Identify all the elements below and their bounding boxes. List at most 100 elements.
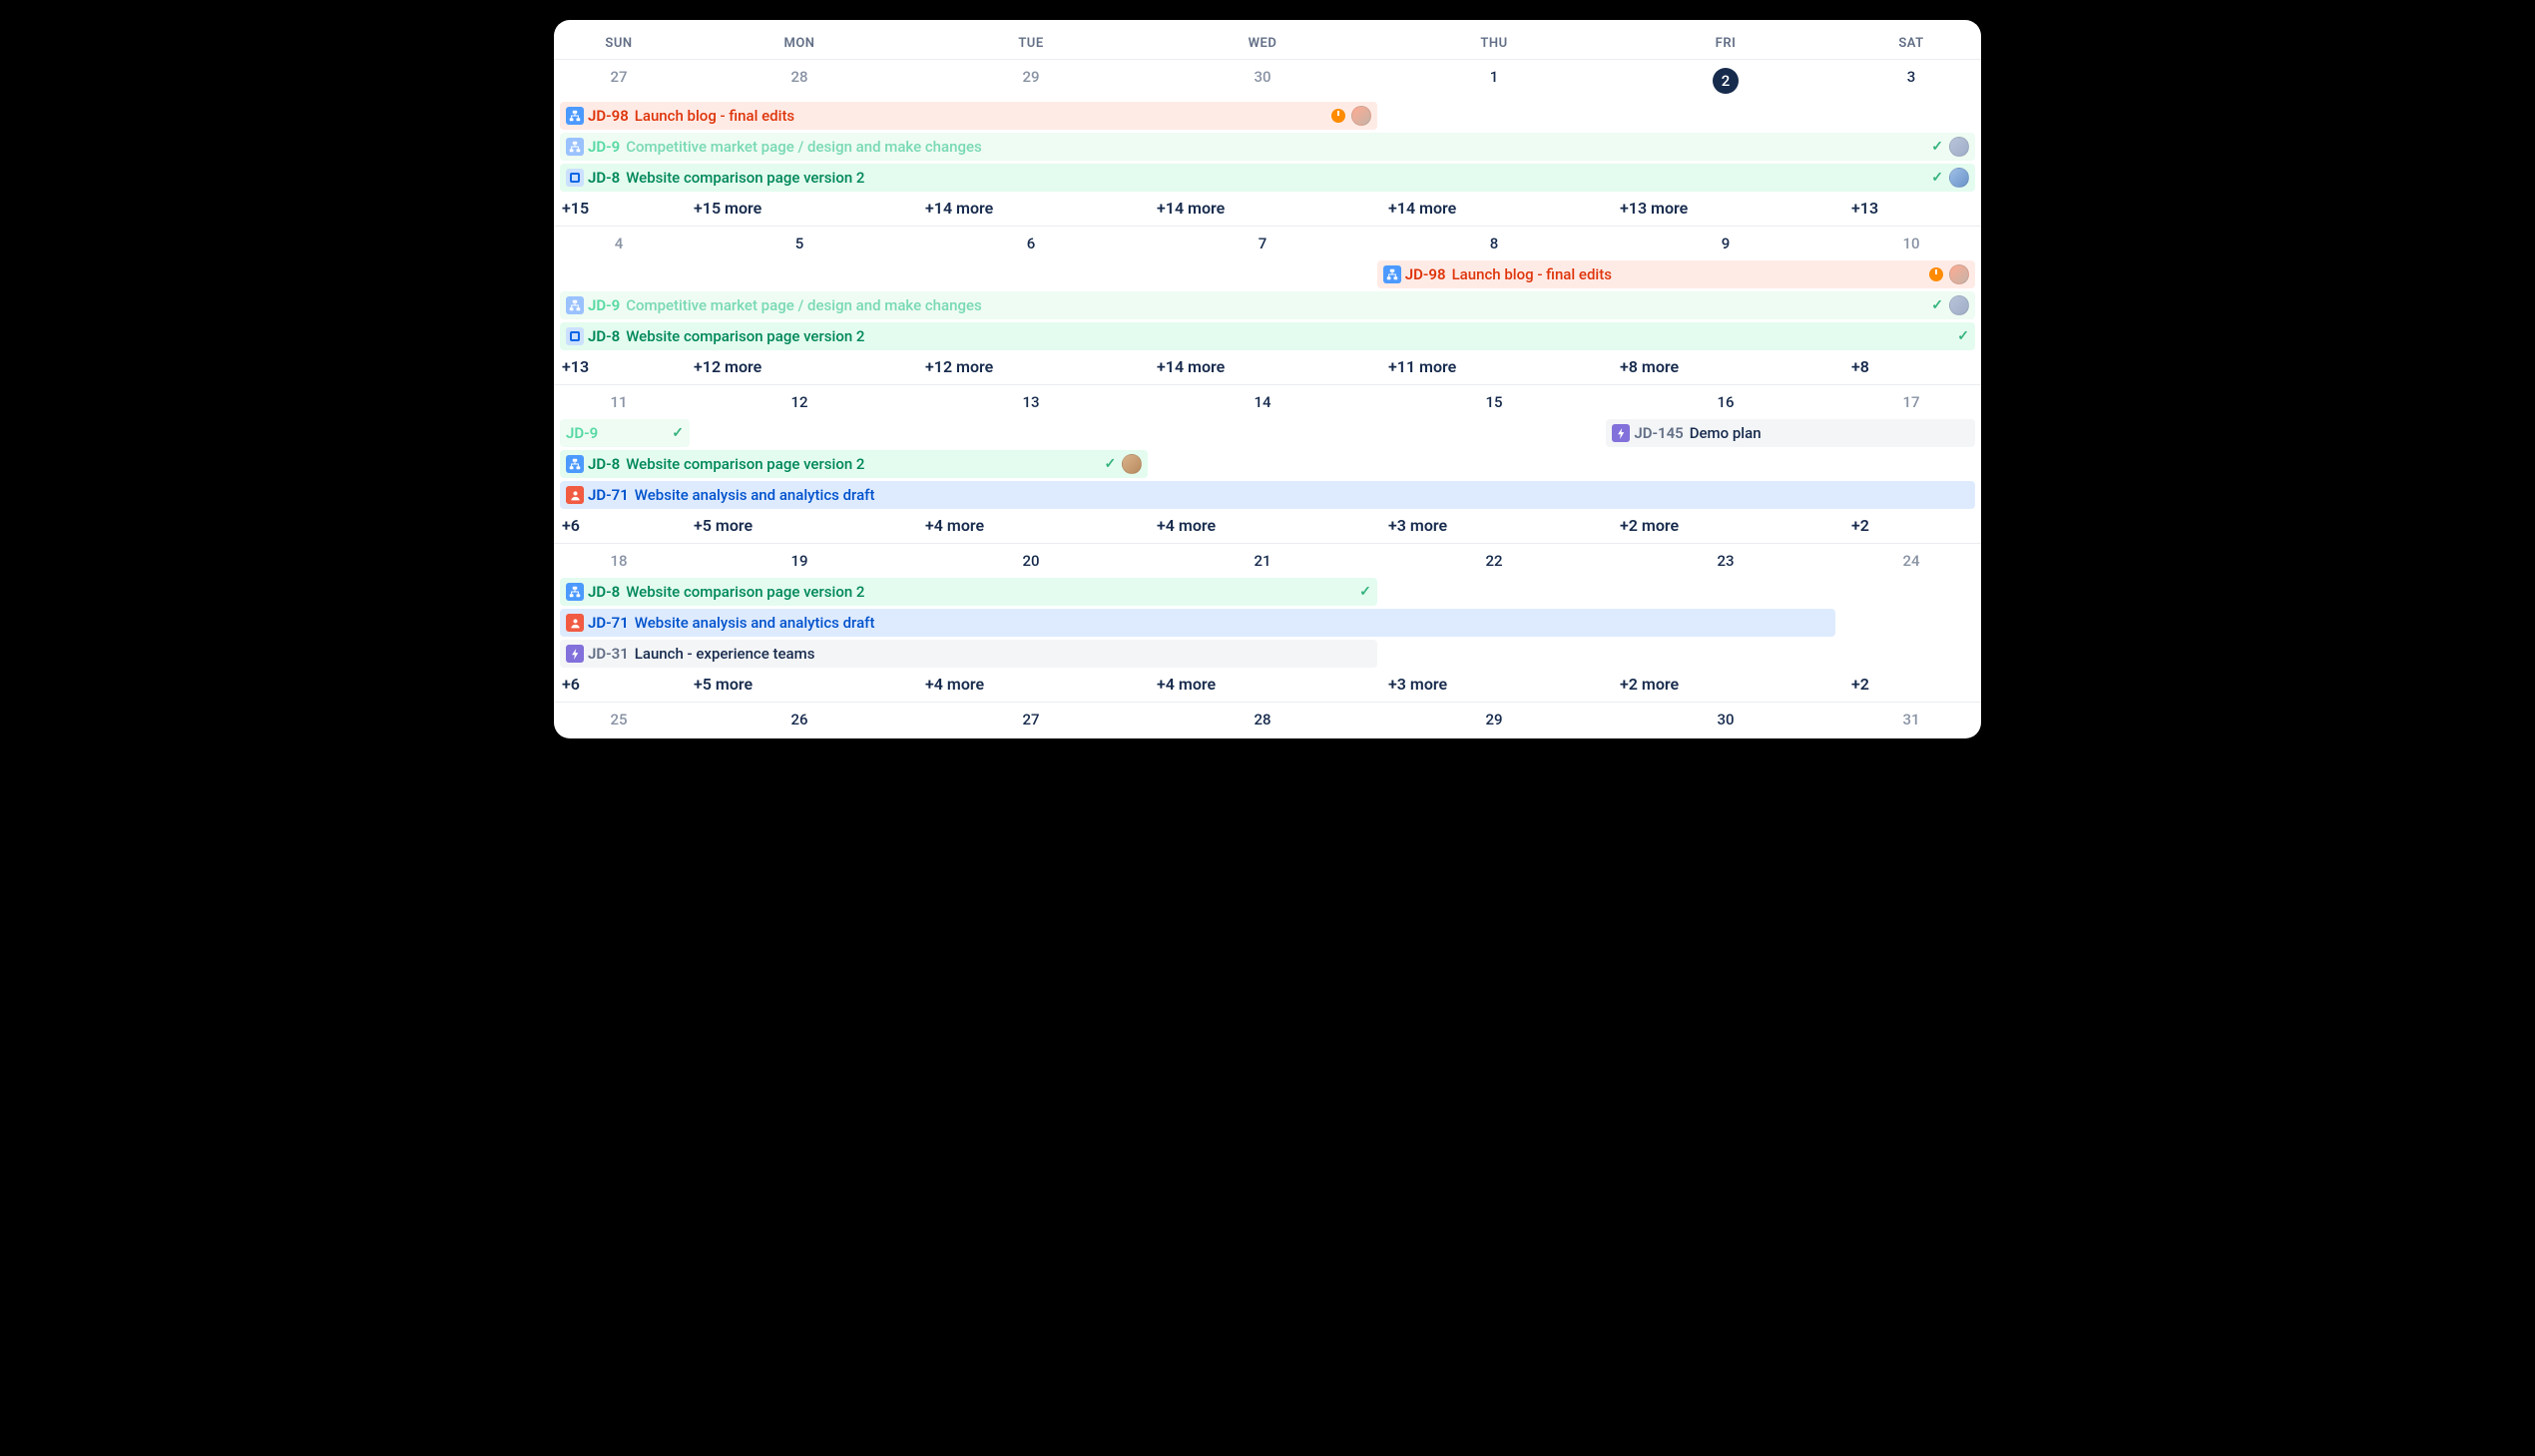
date-cell[interactable]: 29 (915, 60, 1147, 100)
event-bar[interactable]: JD-8Website comparison page version 2✓ (560, 164, 1975, 192)
more-events-link[interactable]: +2 (1841, 675, 1981, 694)
date-cell[interactable]: 7 (1147, 227, 1378, 258)
issue-key: JD-8 (588, 583, 620, 601)
more-events-link[interactable]: +13 (1841, 199, 1981, 218)
issue-title: Website comparison page version 2 (626, 455, 864, 473)
more-events-link[interactable]: +14 more (1378, 199, 1610, 218)
calendar-week-row: 45678910JD-98Launch blog - final editsJD… (554, 227, 1981, 385)
date-cell[interactable]: 8 (1378, 227, 1610, 258)
date-cell[interactable]: 2 (1610, 60, 1841, 100)
date-cell[interactable]: 30 (1610, 703, 1841, 734)
date-cell[interactable]: 21 (1147, 544, 1378, 576)
issue-title: Competitive market page / design and mak… (626, 138, 982, 156)
event-bar[interactable]: JD-31Launch - experience teams (560, 640, 1377, 668)
issue-key: JD-9 (566, 424, 598, 442)
more-events-link[interactable]: +4 more (1147, 516, 1378, 535)
more-events-link[interactable]: +15 more (684, 199, 915, 218)
assignee-avatar[interactable] (1949, 168, 1969, 188)
date-cell[interactable]: 5 (684, 227, 915, 258)
date-cell[interactable]: 1 (1378, 60, 1610, 100)
more-events-link[interactable]: +4 more (915, 675, 1147, 694)
event-bar[interactable]: JD-71Website analysis and analytics draf… (560, 481, 1975, 509)
more-events-link[interactable]: +6 (554, 675, 684, 694)
event-bar[interactable]: JD-9Competitive market page / design and… (560, 291, 1975, 319)
more-events-link[interactable]: +13 (554, 357, 684, 376)
date-cell[interactable]: 27 (915, 703, 1147, 734)
more-events-link[interactable]: +14 more (1147, 199, 1378, 218)
date-cell[interactable]: 27 (554, 60, 684, 100)
more-events-link[interactable]: +2 (1841, 516, 1981, 535)
event-bar[interactable]: JD-9 Competitive market page / design and… (560, 133, 1975, 161)
assignee-avatar[interactable] (1122, 454, 1142, 474)
more-events-link[interactable]: +3 more (1378, 516, 1610, 535)
date-cell[interactable]: 26 (684, 703, 915, 734)
date-cell[interactable]: 29 (1378, 703, 1610, 734)
date-cell[interactable]: 11 (554, 385, 684, 417)
date-cell[interactable]: 24 (1841, 544, 1981, 576)
check-icon: ✓ (1931, 297, 1943, 313)
issue-key: JD-71 (588, 486, 629, 504)
more-events-link[interactable]: +11 more (1378, 357, 1610, 376)
day-header: MON (684, 26, 915, 59)
assignee-avatar[interactable] (1949, 137, 1969, 157)
date-cell[interactable]: 3 (1841, 60, 1981, 100)
event-bar[interactable]: JD-8Website comparison page version 2✓ (560, 450, 1148, 478)
date-cell[interactable]: 28 (684, 60, 915, 100)
more-events-link[interactable]: +3 more (1378, 675, 1610, 694)
issue-title: Launch blog - final edits (1452, 265, 1612, 283)
date-cell[interactable]: 15 (1378, 385, 1610, 417)
more-events-link[interactable]: +8 (1841, 357, 1981, 376)
event-bar[interactable]: JD-98 Launch blog - final edits (1377, 260, 1975, 288)
more-events-link[interactable]: +13 more (1610, 199, 1841, 218)
event-bar[interactable]: JD-9✓ (560, 419, 690, 447)
issue-key: JD-9 (588, 296, 620, 314)
more-events-link[interactable]: +12 more (684, 357, 915, 376)
date-cell[interactable]: 16 (1610, 385, 1841, 417)
date-cell[interactable]: 17 (1841, 385, 1981, 417)
more-events-link[interactable]: +8 more (1610, 357, 1841, 376)
date-cell[interactable]: 4 (554, 227, 684, 258)
check-icon: ✓ (1957, 328, 1969, 344)
date-cell[interactable]: 10 (1841, 227, 1981, 258)
date-cell[interactable]: 25 (554, 703, 684, 734)
more-events-link[interactable]: +15 (554, 199, 684, 218)
check-icon: ✓ (1931, 170, 1943, 186)
date-cell[interactable]: 12 (684, 385, 915, 417)
date-cell[interactable]: 28 (1147, 703, 1378, 734)
date-cell[interactable]: 30 (1147, 60, 1378, 100)
event-bar[interactable]: JD-8Website comparison page version 2✓ (560, 578, 1377, 606)
issue-title: Demo plan (1690, 424, 1762, 442)
event-bar[interactable]: JD-98Launch blog - final edits (560, 102, 1377, 130)
event-bar[interactable]: JD-71Website analysis and analytics draf… (560, 609, 1835, 637)
more-events-link[interactable]: +2 more (1610, 516, 1841, 535)
issue-key: JD-98 (1405, 265, 1446, 283)
event-bar[interactable]: JD-145Demo plan (1606, 419, 1975, 447)
assignee-avatar[interactable] (1351, 106, 1371, 126)
more-events-link[interactable]: +2 more (1610, 675, 1841, 694)
event-bar[interactable]: JD-8Website comparison page version 2✓ (560, 322, 1975, 350)
more-events-link[interactable]: +4 more (1147, 675, 1378, 694)
date-cell[interactable]: 9 (1610, 227, 1841, 258)
more-events-link[interactable]: +14 more (915, 199, 1147, 218)
date-cell[interactable]: 6 (915, 227, 1147, 258)
more-events-link[interactable]: +5 more (684, 516, 915, 535)
calendar-month-view: SUNMONTUEWEDTHUFRISAT 27282930123JD-98La… (554, 20, 1981, 738)
more-events-link[interactable]: +6 (554, 516, 684, 535)
more-events-link[interactable]: +14 more (1147, 357, 1378, 376)
more-events-link[interactable]: +5 more (684, 675, 915, 694)
assignee-avatar[interactable] (1949, 295, 1969, 315)
date-cell[interactable]: 14 (1147, 385, 1378, 417)
issue-key: JD-9 (588, 138, 620, 156)
date-cell[interactable]: 22 (1378, 544, 1610, 576)
date-cell[interactable]: 20 (915, 544, 1147, 576)
date-cell[interactable]: 31 (1841, 703, 1981, 734)
story-icon (566, 486, 584, 504)
more-events-link[interactable]: +4 more (915, 516, 1147, 535)
assignee-avatar[interactable] (1949, 264, 1969, 284)
more-events-link[interactable]: +12 more (915, 357, 1147, 376)
date-cell[interactable]: 13 (915, 385, 1147, 417)
date-cell[interactable]: 19 (684, 544, 915, 576)
issue-key: JD-98 (588, 107, 629, 125)
date-cell[interactable]: 18 (554, 544, 684, 576)
date-cell[interactable]: 23 (1610, 544, 1841, 576)
